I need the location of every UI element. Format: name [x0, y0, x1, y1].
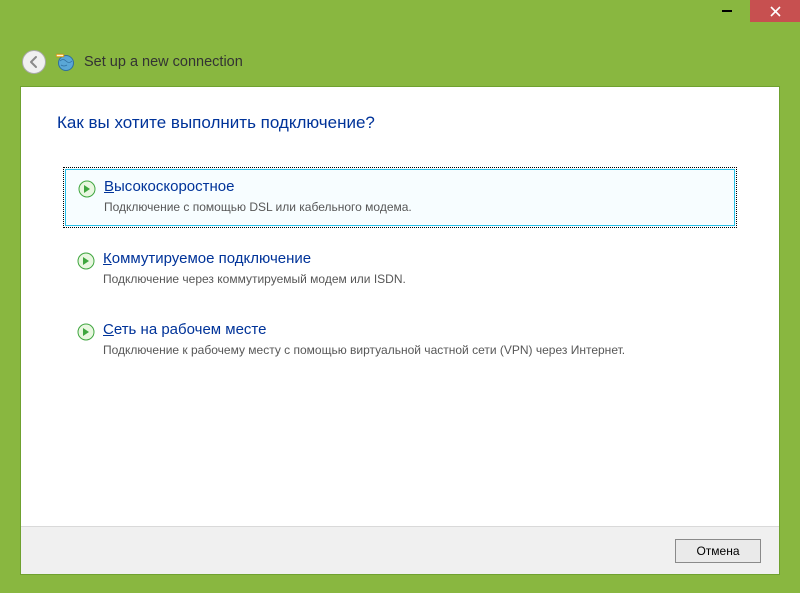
option-broadband[interactable]: Высокоскоростное Подключение с помощью D… [63, 167, 737, 228]
option-desc: Подключение через коммутируемый модем ил… [103, 271, 703, 287]
back-button[interactable] [22, 50, 46, 74]
wizard-title: Set up a new connection [84, 54, 243, 70]
minimize-button[interactable] [704, 0, 750, 22]
button-bar: Отмена [21, 526, 779, 574]
option-title: Высокоскоростное [104, 178, 722, 197]
option-arrow-icon [77, 323, 95, 341]
option-desc: Подключение с помощью DSL или кабельного… [104, 199, 704, 215]
connection-globe-icon [56, 52, 76, 72]
cancel-button[interactable]: Отмена [675, 539, 761, 563]
back-arrow-icon [27, 55, 41, 69]
option-arrow-icon [78, 180, 96, 198]
option-title: Коммутируемое подключение [103, 250, 723, 269]
wizard-content: Как вы хотите выполнить подключение? Выс… [20, 86, 780, 575]
page-heading: Как вы хотите выполнить подключение? [57, 113, 375, 133]
connection-options: Высокоскоростное Подключение с помощью D… [63, 167, 737, 382]
close-button[interactable] [750, 0, 800, 22]
minimize-icon [722, 6, 732, 16]
window-caption-buttons [704, 0, 800, 22]
option-workplace[interactable]: Сеть на рабочем месте Подключение к рабо… [63, 311, 737, 370]
close-icon [770, 6, 781, 17]
wizard-header: Set up a new connection [22, 48, 778, 76]
option-arrow-icon [77, 252, 95, 270]
option-title: Сеть на рабочем месте [103, 321, 723, 340]
option-desc: Подключение к рабочему месту с помощью в… [103, 342, 703, 358]
option-dialup[interactable]: Коммутируемое подключение Подключение че… [63, 240, 737, 299]
